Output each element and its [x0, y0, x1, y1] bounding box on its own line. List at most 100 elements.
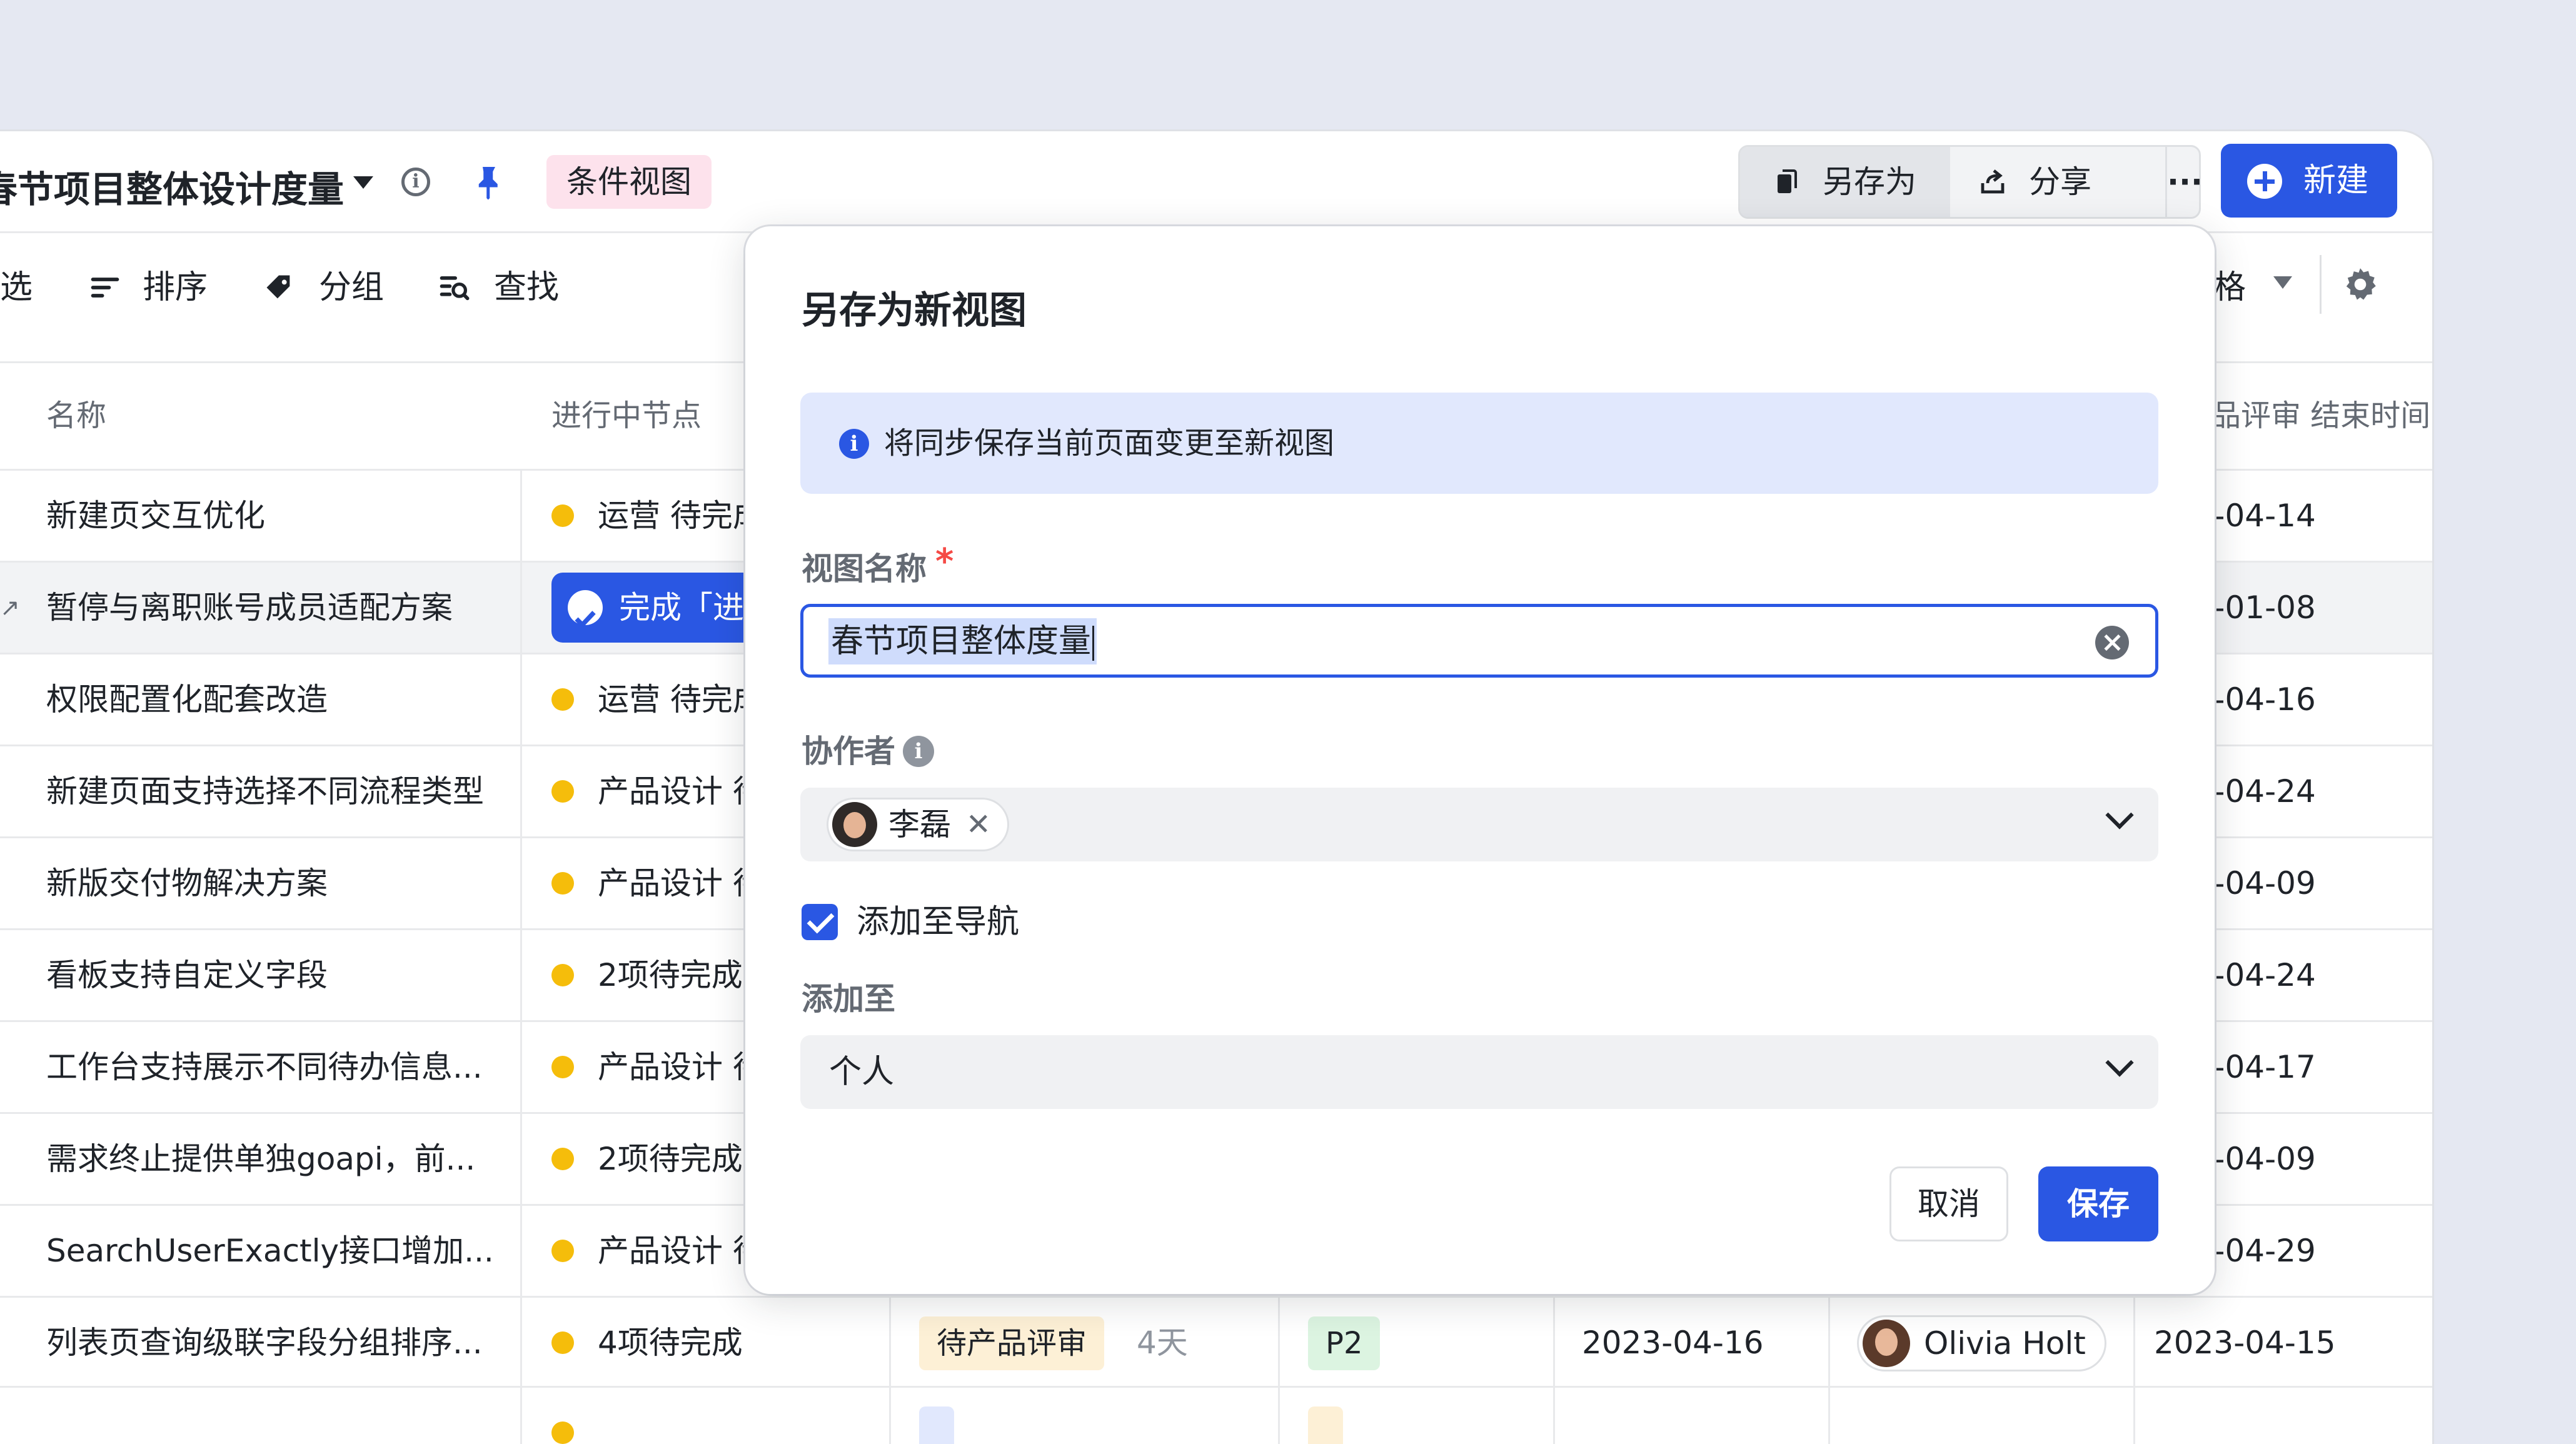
column-separator — [520, 1206, 522, 1296]
more-button[interactable]: ··· — [2165, 147, 2203, 217]
column-separator — [520, 1114, 522, 1204]
column-separator — [889, 1388, 891, 1444]
add-to-select[interactable]: 个人 — [800, 1035, 2158, 1109]
add-to-nav-checkbox[interactable] — [802, 904, 838, 940]
status-dot — [551, 1148, 574, 1170]
text-caret — [1092, 626, 1095, 661]
add-to-value: 个人 — [829, 1053, 895, 1091]
row-node: 4项待完成 — [598, 1325, 743, 1361]
collaborator-chip: 李磊 ✕ — [827, 798, 1009, 851]
new-button[interactable]: 新建 — [2221, 144, 2397, 218]
save-as-button[interactable]: 另存为 — [1740, 147, 1950, 217]
new-label: 新建 — [2303, 162, 2369, 199]
column-separator — [1828, 1388, 1830, 1444]
status-dot — [551, 504, 574, 527]
copy-icon — [1778, 169, 1797, 193]
row-node: 产品设计 待 — [598, 1049, 764, 1085]
column-separator — [520, 1388, 522, 1444]
column-header-review-end[interactable]: 品评审 结束时间 — [2211, 391, 2430, 434]
clear-icon[interactable] — [2095, 626, 2129, 659]
column-separator — [1828, 1298, 1830, 1386]
status-dot — [551, 780, 574, 803]
table-row[interactable]: 列表页查询级联字段分组排序... 4项待完成 待产品评审 4天 P2 2023-… — [0, 1296, 2432, 1388]
share-label: 分享 — [2029, 164, 2091, 200]
row-name: 新建页面支持选择不同流程类型 — [46, 773, 484, 810]
sort-button[interactable]: 排序 — [143, 263, 208, 313]
condition-view-tag: 条件视图 — [546, 155, 712, 209]
add-to-label: 添加至 — [802, 981, 895, 1017]
settings-gear-icon[interactable] — [2341, 265, 2380, 304]
column-separator — [520, 746, 522, 836]
status-dot — [551, 1421, 574, 1444]
view-name-text: 春节项目整体度量 — [831, 623, 1092, 660]
row-name: 暂停与离职账号成员适配方案 — [46, 589, 453, 626]
info-icon[interactable]: i — [903, 736, 934, 767]
row-name: SearchUserExactly接口增加... — [46, 1233, 494, 1269]
status-dot — [551, 1056, 574, 1078]
row-name: 列表页查询级联字段分组排序... — [46, 1325, 483, 1361]
column-separator — [520, 654, 522, 745]
column-separator — [520, 471, 522, 561]
column-separator — [2133, 1298, 2135, 1386]
avatar — [1863, 1320, 1910, 1367]
status-dot — [551, 1331, 574, 1354]
view-name-value: 春节项目整体度量 — [828, 618, 1097, 664]
info-banner: i 将同步保存当前页面变更至新视图 — [800, 393, 2158, 494]
pin-icon[interactable] — [470, 164, 508, 201]
row-name: 看板支持自定义字段 — [46, 957, 328, 993]
row-node: 2项待完成 — [598, 1141, 743, 1177]
priority-tag: P2 — [1308, 1316, 1381, 1370]
owner-name: Olivia Holt — [1924, 1325, 2086, 1361]
remove-collaborator-icon[interactable]: ✕ — [966, 800, 991, 850]
cancel-button[interactable]: 取消 — [1889, 1166, 2008, 1241]
add-to-nav-label[interactable]: 添加至导航 — [857, 898, 1019, 946]
view-name-label: 视图名称 * — [802, 541, 954, 589]
filter-button[interactable]: 选 — [0, 263, 33, 313]
info-icon[interactable]: i — [401, 168, 430, 196]
plus-icon — [2247, 164, 2282, 199]
sort-icon — [91, 278, 119, 298]
status-dot — [551, 688, 574, 711]
dialog-title: 另存为新视图 — [802, 289, 1027, 333]
view-dropdown-caret-icon[interactable] — [353, 176, 373, 189]
tag-icon — [266, 275, 290, 299]
check-circle-icon — [568, 590, 603, 628]
column-header-name[interactable]: 名称 — [46, 391, 106, 434]
view-name-input[interactable]: 春节项目整体度量 — [800, 604, 2158, 678]
row-name: 新版交付物解决方案 — [46, 865, 328, 901]
column-separator — [2133, 1388, 2135, 1444]
chevron-down-icon — [2105, 801, 2134, 830]
view-name-label-text: 视图名称 — [802, 551, 927, 587]
fields-dropdown-icon[interactable] — [2273, 276, 2292, 289]
owner-chip[interactable]: Olivia Holt — [1857, 1315, 2106, 1371]
row-node: 产品设计 待 — [598, 865, 764, 901]
priority-tag — [1308, 1406, 1343, 1444]
row-node: 运营 待完成 — [598, 681, 764, 718]
share-icon — [1981, 169, 2005, 194]
stage-tag: 待产品评审 — [919, 1316, 1105, 1370]
group-button[interactable]: 分组 — [319, 263, 384, 313]
row-name: 需求终止提供单独goapi，前... — [46, 1141, 476, 1177]
find-icon — [440, 276, 470, 301]
fields-button[interactable]: 格 — [2213, 263, 2246, 313]
collaborators-select[interactable]: 李磊 ✕ — [800, 788, 2158, 861]
column-separator — [520, 563, 522, 653]
table-row[interactable] — [0, 1388, 2432, 1444]
save-button[interactable]: 保存 — [2038, 1166, 2158, 1241]
row-name: 工作台支持展示不同待办信息... — [46, 1049, 483, 1085]
column-header-node[interactable]: 进行中节点 — [551, 391, 702, 434]
row-name: 新建页交互优化 — [46, 498, 265, 534]
required-mark: * — [935, 541, 954, 582]
chevron-down-icon — [2105, 1048, 2134, 1077]
column-separator — [1553, 1388, 1555, 1444]
view-title[interactable]: 春节项目整体设计度量 — [0, 160, 344, 213]
find-button[interactable]: 查找 — [494, 263, 559, 313]
share-button[interactable]: 分享 — [1953, 147, 2165, 217]
open-row-arrow-icon[interactable]: ↗ — [0, 563, 20, 653]
column-separator — [520, 1022, 522, 1112]
duration: 4天 — [1137, 1325, 1188, 1361]
status-dot — [551, 1240, 574, 1262]
stage-tag — [919, 1406, 954, 1444]
toolbar-divider — [2320, 255, 2322, 314]
column-separator — [1278, 1298, 1280, 1386]
